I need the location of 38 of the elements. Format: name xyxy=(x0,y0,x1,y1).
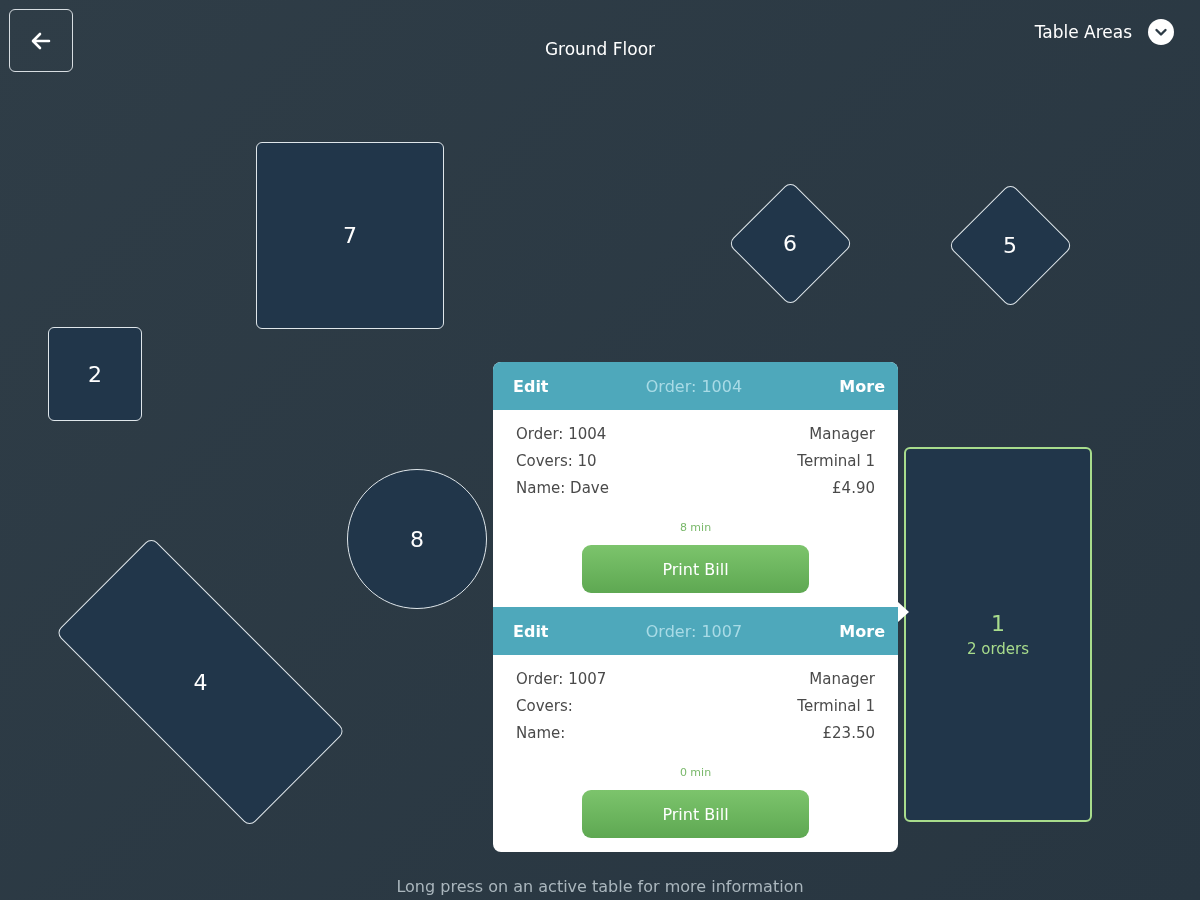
order-info: £4.90 xyxy=(832,478,875,499)
edit-button[interactable]: Edit xyxy=(513,376,549,396)
table-number: 1 xyxy=(991,611,1005,636)
order-info: Terminal 1 xyxy=(797,451,875,472)
order-title: Order: 1007 xyxy=(645,621,743,641)
table-number: 8 xyxy=(410,526,424,552)
print-bill-button[interactable]: Print Bill xyxy=(582,545,809,593)
order-info: Manager xyxy=(809,424,875,445)
dropdown-icon[interactable] xyxy=(1148,18,1174,45)
table-shape[interactable] xyxy=(256,142,444,329)
more-button[interactable]: More xyxy=(839,621,885,641)
order-info: Terminal 1 xyxy=(797,696,875,717)
order-title: Order: 1004 xyxy=(645,376,743,396)
table-number: 4 xyxy=(193,669,208,695)
table-number: 5 xyxy=(1003,232,1017,258)
order-detail: Name: Dave xyxy=(516,478,609,499)
floor-title: Ground Floor xyxy=(543,39,657,59)
table-shape[interactable] xyxy=(904,447,1092,822)
print-bill-button[interactable]: Print Bill xyxy=(582,790,809,838)
table-number: 7 xyxy=(343,223,357,248)
order-count: 2 orders xyxy=(966,640,1030,658)
back-button[interactable] xyxy=(9,9,73,72)
table-shape[interactable] xyxy=(48,327,142,421)
elapsed-time: 0 min xyxy=(679,766,712,779)
order-info: Manager xyxy=(809,669,875,690)
order-detail: Order: 1004 xyxy=(516,424,608,445)
order-info: £23.50 xyxy=(822,723,875,744)
table-areas-link[interactable]: Table Areas xyxy=(1034,21,1132,42)
table-number: 2 xyxy=(88,361,102,387)
table-number: 6 xyxy=(783,230,797,256)
order-detail: Order: 1007 xyxy=(516,669,607,690)
more-button[interactable]: More xyxy=(839,376,885,396)
hint-text: Long press on an active table for more information xyxy=(395,877,805,896)
edit-button[interactable]: Edit xyxy=(513,621,549,641)
order-detail: Covers: 10 xyxy=(516,451,598,472)
elapsed-time: 8 min xyxy=(679,521,712,534)
order-detail: Covers: xyxy=(516,696,574,717)
order-detail: Name: xyxy=(516,723,567,744)
